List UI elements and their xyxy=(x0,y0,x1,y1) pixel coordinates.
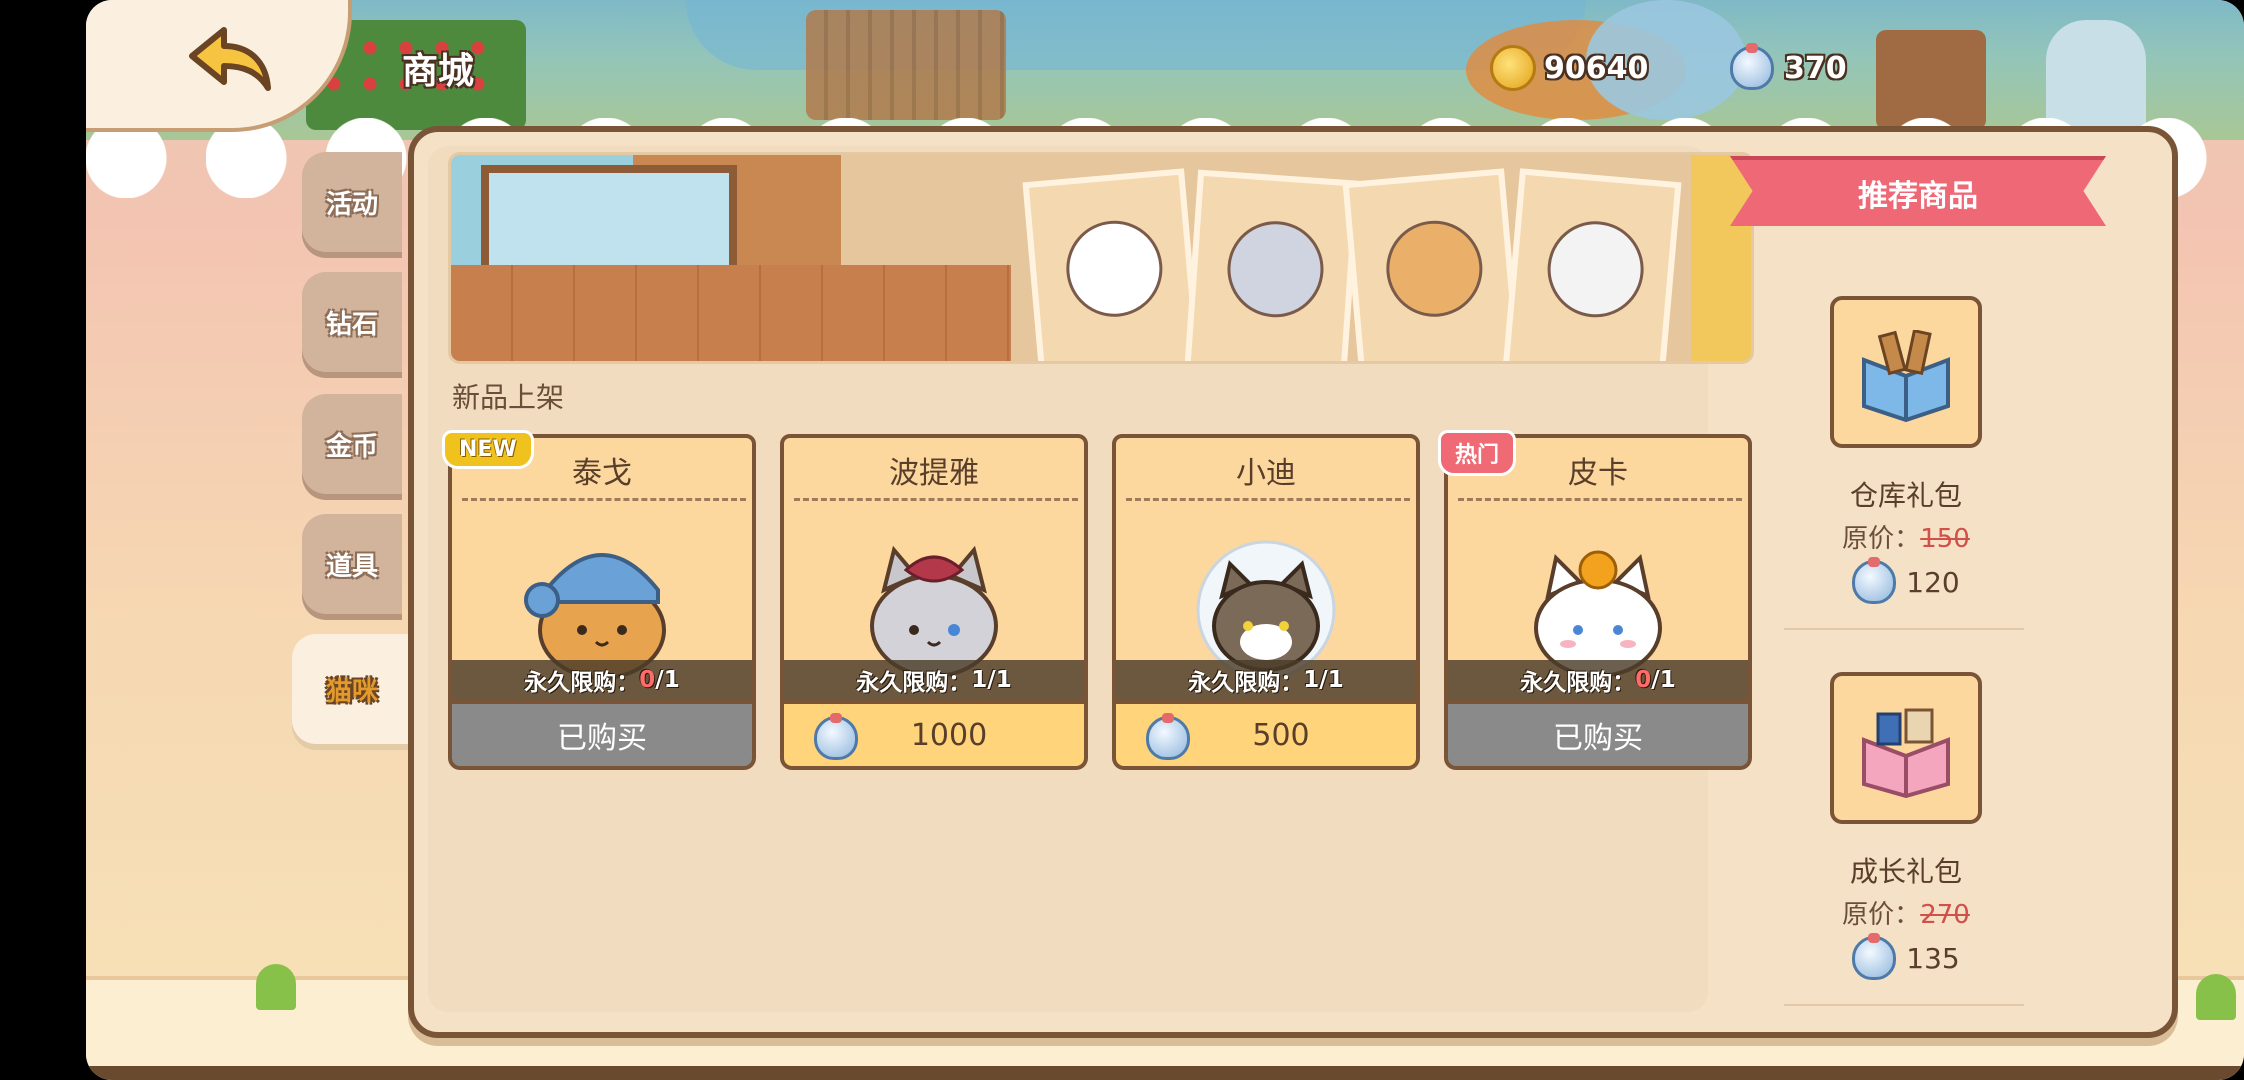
tab-diamond[interactable]: 钻石 xyxy=(302,272,402,372)
bell-currency-icon xyxy=(814,713,858,760)
cat-card[interactable]: 小迪 永久限购： 1/1 500 xyxy=(1112,434,1420,774)
recommended-section: 推荐商品 仓库礼包 原价：150 120 成长礼包 原价：270 135 xyxy=(1714,146,2154,1012)
new-badge: NEW xyxy=(442,430,534,469)
gift-name: 仓库礼包 xyxy=(1849,479,1962,512)
cat-portrait-icon xyxy=(870,545,998,678)
cat-card[interactable]: NEW 泰戈 永久限购： 0/1 已购买 xyxy=(442,430,756,774)
cat-portrait-icon xyxy=(1534,550,1662,678)
purchase-limit: 永久限购： 1/1 xyxy=(784,660,1084,700)
purchase-limit: 永久限购： 1/1 xyxy=(1116,660,1416,700)
purchased-button[interactable]: 已购买 xyxy=(448,700,756,770)
buy-button[interactable]: 1000 xyxy=(780,700,1088,770)
bell-currency-icon xyxy=(1852,933,1897,980)
gift-pack[interactable]: 成长礼包 原价：270 135 xyxy=(1774,672,2074,1032)
purchase-limit: 永久限购： 0/1 xyxy=(452,660,752,700)
tab-cats[interactable]: 猫咪 xyxy=(292,634,412,744)
gift-price[interactable]: 120 xyxy=(1774,557,2038,604)
bell-currency-icon xyxy=(1146,713,1190,760)
cat-portrait-icon xyxy=(1196,540,1336,680)
gift-pack[interactable]: 仓库礼包 原价：150 120 xyxy=(1774,296,2074,656)
game-screen: 商城 90640 370 活动 钻石 金币 道具 猫咪 新品上架 NEW 泰戈 xyxy=(86,0,2244,1080)
sprout-decoration xyxy=(256,964,296,1010)
price: 500 xyxy=(1252,717,1310,753)
purchased-button[interactable]: 已购买 xyxy=(1444,700,1752,770)
bell-value: 370 xyxy=(1784,50,1847,86)
buy-button[interactable]: 500 xyxy=(1112,700,1420,770)
warehouse-gift-box-icon xyxy=(1862,330,1950,422)
shop-panel: 新品上架 NEW 泰戈 永久限购： 0/1 已购买 波提雅 永久限购： 1 /1… xyxy=(408,126,2178,1038)
tab-items[interactable]: 道具 xyxy=(302,514,402,614)
page-title: 商城 xyxy=(402,51,475,92)
coin-icon xyxy=(1490,45,1536,91)
price: 1000 xyxy=(910,717,988,753)
cat-portrait-icon xyxy=(524,553,666,680)
cat-name: 小迪 xyxy=(1236,456,1296,491)
hot-badge: 热门 xyxy=(1438,430,1517,476)
bell-currency-icon xyxy=(1852,557,1897,604)
coin-balance: 90640 xyxy=(1490,44,1648,92)
gift-price[interactable]: 135 xyxy=(1774,933,2038,980)
gift-name: 成长礼包 xyxy=(1849,855,1962,888)
back-arrow-icon xyxy=(189,27,271,91)
growth-gift-box-icon xyxy=(1862,708,1950,798)
bell-balance: 370 xyxy=(1730,43,1847,92)
original-price: 原价：150 xyxy=(1842,524,1970,554)
promo-banner[interactable] xyxy=(448,152,1754,364)
recommended-title: 推荐商品 xyxy=(1730,156,2106,226)
purchase-limit: 永久限购： 0/1 xyxy=(1448,660,1748,700)
cat-card[interactable]: 波提雅 永久限购： 1/1 1000 xyxy=(780,434,1088,774)
tab-gold[interactable]: 金币 xyxy=(302,394,402,494)
section-title: 新品上架 xyxy=(452,381,565,414)
tab-activity[interactable]: 活动 xyxy=(302,152,402,252)
original-price: 原价：270 xyxy=(1842,900,1970,930)
coin-value: 90640 xyxy=(1544,50,1649,86)
bell-currency-icon xyxy=(1730,43,1774,90)
sprout-decoration xyxy=(2196,974,2236,1020)
cat-name: 波提雅 xyxy=(889,456,979,491)
cat-card[interactable]: 热门 皮卡 永久限购： 0/1 已购买 xyxy=(1438,430,1752,774)
